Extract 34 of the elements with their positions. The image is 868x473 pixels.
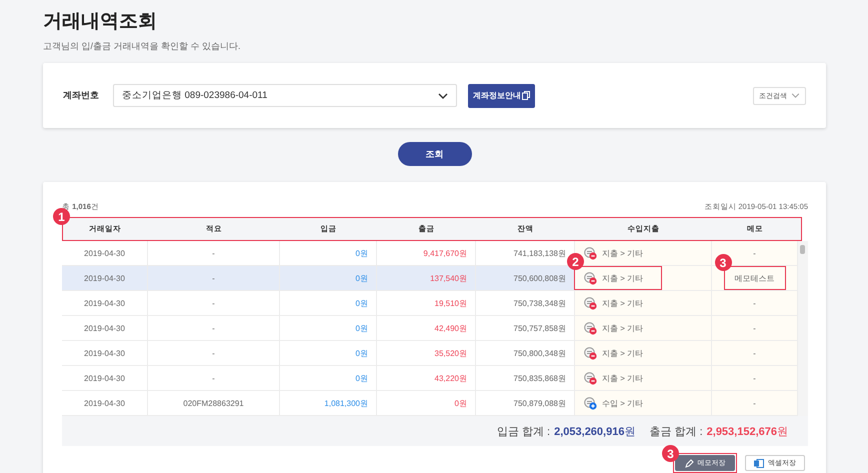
total-amount: 2,053,260,916원	[554, 424, 636, 438]
total-amount: 2,953,152,676원	[706, 424, 788, 438]
chevron-down-icon	[438, 92, 448, 98]
memo-text: 메모테스트	[734, 272, 774, 284]
page-subtitle: 고객님의 입/출금 거래내역을 확인할 수 있습니다.	[43, 40, 242, 53]
category-label: 지출 > 기타	[602, 272, 644, 284]
account-info-button[interactable]: 계좌정보안내	[468, 84, 535, 108]
memo-text: -	[753, 348, 756, 358]
table-cell: 137,540원	[377, 266, 476, 290]
table-cell: 750,600,808원	[476, 266, 575, 290]
callout-badge: 3	[662, 445, 679, 462]
category-label: 지출 > 기타	[602, 322, 644, 334]
category-label: 지출 > 기타	[602, 348, 644, 358]
page-title: 거래내역조회	[43, 10, 158, 34]
category-label: 수입 > 기타	[602, 398, 644, 408]
category-label: 지출 > 기타	[602, 248, 644, 258]
account-select[interactable]: 중소기업은행 089-023986-04-011	[113, 84, 457, 107]
total-label: 출금 합계 :	[649, 424, 703, 438]
memo-text: -	[753, 398, 756, 408]
memo-text: -	[753, 248, 756, 258]
chevron-down-icon	[791, 93, 800, 98]
category-label: 지출 > 기타	[602, 372, 644, 384]
memo-text: -	[753, 324, 756, 332]
total-label: 입금 합계 :	[496, 424, 550, 438]
scrollbar[interactable]	[798, 241, 808, 416]
pencil-icon	[684, 458, 694, 468]
table-cell[interactable]: 2019-04-30	[62, 266, 148, 290]
query-button[interactable]: 조회	[398, 142, 472, 166]
memo-text: -	[753, 298, 756, 308]
account-label: 계좌번호	[63, 89, 100, 102]
memo-text: -	[753, 374, 756, 382]
table-cell: 0원	[280, 266, 377, 290]
category-label: 지출 > 기타	[602, 298, 644, 308]
table-cell: -	[148, 266, 280, 290]
